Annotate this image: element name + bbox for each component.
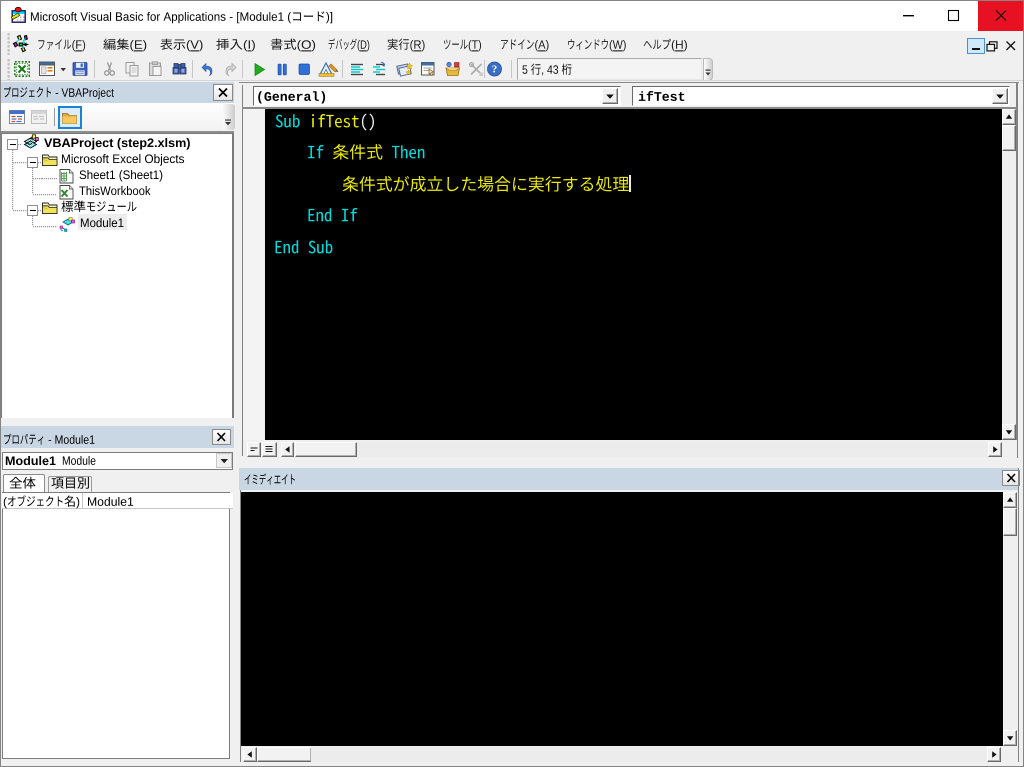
svg-text:?: ? (491, 63, 497, 75)
